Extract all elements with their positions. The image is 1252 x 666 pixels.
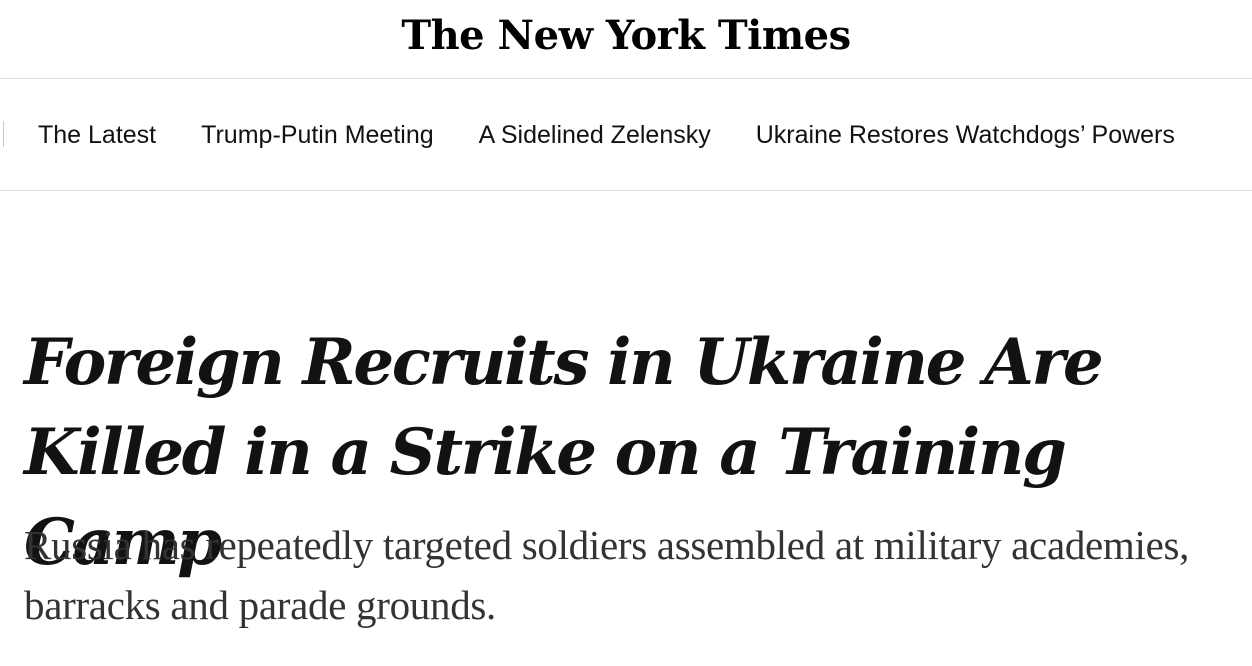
nav-divider <box>3 121 4 147</box>
nav-item-the-latest[interactable]: The Latest <box>38 120 156 150</box>
nav-item-trump-putin-meeting[interactable]: Trump-Putin Meeting <box>201 120 434 150</box>
nav-item-sidelined-zelensky[interactable]: A Sidelined Zelensky <box>479 120 711 150</box>
article-summary: Russia has repeatedly targeted soldiers … <box>24 522 1190 628</box>
story-nav-list: The Latest Trump-Putin Meeting A Sidelin… <box>38 120 1175 150</box>
nyt-logo[interactable]: The New York Times <box>0 8 1252 64</box>
nav-item-ukraine-watchdogs[interactable]: Ukraine Restores Watchdogs’ Powers <box>756 120 1175 150</box>
masthead: The New York Times <box>0 0 1252 79</box>
story-nav-bar: The Latest Trump-Putin Meeting A Sidelin… <box>0 79 1252 191</box>
